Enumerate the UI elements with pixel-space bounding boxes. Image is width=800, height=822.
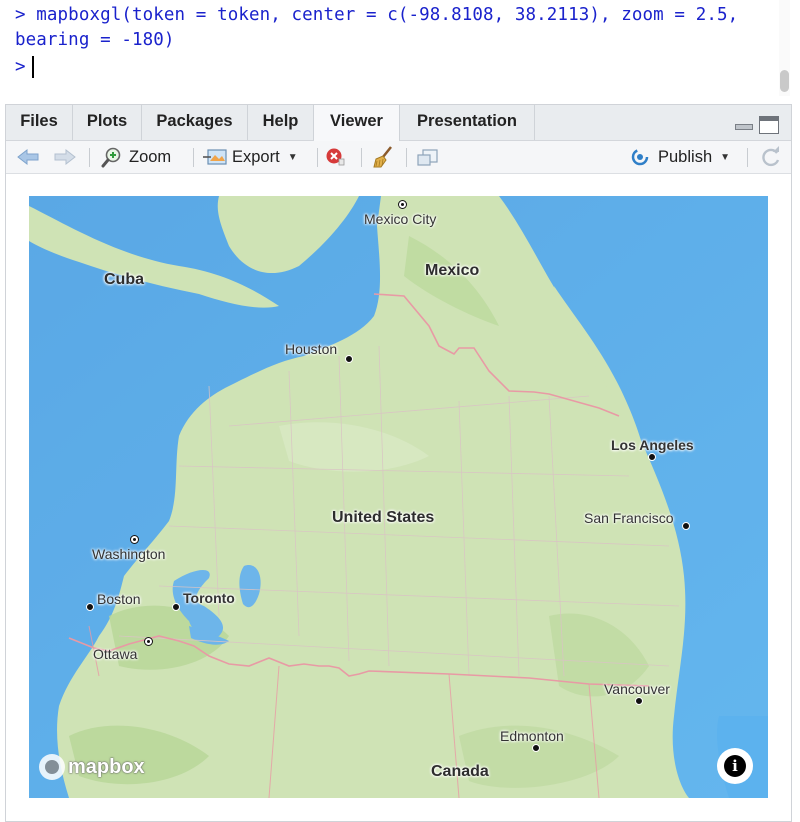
toolbar-separator [747, 148, 748, 167]
capital-marker [130, 535, 139, 544]
refresh-icon [762, 146, 780, 167]
tab-help[interactable]: Help [248, 105, 314, 140]
toolbar-separator [193, 148, 194, 167]
attribution-info-button[interactable]: i [717, 748, 753, 784]
maximize-pane-icon[interactable] [759, 116, 779, 134]
popout-icon [417, 149, 438, 166]
console-prompt[interactable]: > [15, 56, 34, 78]
minimize-pane-icon[interactable] [735, 124, 753, 130]
label-canada: Canada [431, 763, 489, 780]
export-button[interactable]: Export ▼ [202, 141, 298, 173]
console-command-line-2: bearing = -180) [15, 30, 175, 50]
capital-marker [144, 637, 153, 646]
viewer-toolbar: Zoom Export ▼ Publish ▼ [6, 141, 791, 174]
clear-all-button[interactable] [372, 141, 396, 173]
label-houston: Houston [285, 341, 338, 357]
label-mexico: Mexico [425, 262, 480, 279]
mapbox-logo-text: mapbox [68, 755, 145, 778]
city-marker [648, 453, 656, 461]
label-ottawa: Ottawa [93, 646, 138, 662]
prompt-symbol: > [15, 57, 26, 77]
popout-button[interactable] [415, 141, 439, 173]
broom-icon [373, 146, 392, 168]
tab-plots[interactable]: Plots [73, 105, 142, 140]
remove-icon [326, 148, 345, 166]
toolbar-separator [317, 148, 318, 167]
text-cursor [31, 56, 34, 78]
publish-label: Publish [658, 147, 713, 166]
tab-viewer[interactable]: Viewer [314, 105, 400, 141]
zoom-button[interactable]: Zoom [101, 141, 171, 173]
label-washington: Washington [92, 546, 166, 562]
remove-button[interactable] [325, 141, 345, 173]
console-pane[interactable]: > mapboxgl(token = token, center = c(-98… [0, 0, 800, 96]
publish-button[interactable]: Publish ▼ [628, 141, 730, 173]
viewer-content: Mexico City Mexico Cuba Houston Los Ange… [6, 174, 791, 821]
console-scrollbar-thumb[interactable] [780, 70, 789, 92]
chevron-down-icon: ▼ [720, 151, 731, 163]
zoom-label: Zoom [129, 147, 172, 166]
arrow-right-icon [54, 148, 76, 166]
city-marker [682, 522, 690, 530]
export-label: Export [232, 147, 280, 166]
arrow-left-icon [17, 148, 39, 166]
label-united-states: United States [332, 509, 435, 526]
label-mexico-city: Mexico City [364, 211, 437, 227]
label-boston: Boston [97, 591, 141, 607]
label-cuba: Cuba [104, 271, 144, 288]
label-vancouver: Vancouver [604, 681, 670, 697]
info-icon: i [724, 755, 746, 777]
pane-tab-bar: Files Plots Packages Help Viewer Present… [6, 105, 791, 141]
city-marker [345, 355, 353, 363]
capital-marker [398, 200, 407, 209]
label-edmonton: Edmonton [500, 728, 564, 744]
city-marker [172, 603, 180, 611]
export-icon [203, 149, 227, 165]
label-los-angeles: Los Angeles [611, 437, 694, 453]
mapbox-logo-icon [39, 754, 65, 780]
toolbar-separator [89, 148, 90, 167]
console-command-line-1: > mapboxgl(token = token, center = c(-98… [15, 5, 739, 25]
city-marker [635, 697, 643, 705]
tab-packages[interactable]: Packages [142, 105, 248, 140]
label-san-francisco: San Francisco [584, 510, 674, 526]
city-marker [86, 603, 94, 611]
magnifier-icon [101, 147, 121, 168]
refresh-button[interactable] [760, 141, 782, 173]
label-toronto: Toronto [183, 590, 235, 606]
tab-presentation[interactable]: Presentation [400, 105, 535, 140]
mapbox-logo[interactable]: mapbox [39, 754, 145, 780]
back-button[interactable] [16, 141, 40, 173]
chevron-down-icon: ▼ [287, 151, 298, 163]
toolbar-separator [361, 148, 362, 167]
city-marker [532, 744, 540, 752]
toolbar-separator [406, 148, 407, 167]
publish-icon [631, 148, 649, 166]
viewer-pane: Files Plots Packages Help Viewer Present… [5, 104, 792, 822]
mapbox-map[interactable]: Mexico City Mexico Cuba Houston Los Ange… [29, 196, 768, 798]
forward-button[interactable] [53, 141, 77, 173]
tab-files[interactable]: Files [6, 105, 73, 140]
